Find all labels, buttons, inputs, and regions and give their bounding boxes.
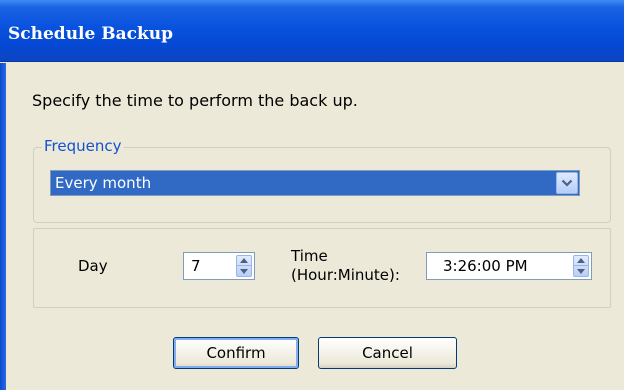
frequency-selected-value: Every month [55,174,152,192]
time-format-label: (Hour:Minute): [291,266,400,284]
spin-down-icon [240,268,248,274]
day-spin-buttons [236,255,252,277]
day-spin-down[interactable] [237,266,251,276]
chevron-down-icon [561,179,573,187]
time-label: Time [291,247,328,265]
window-title: Schedule Backup [8,24,174,44]
frequency-legend: Frequency [42,137,124,155]
dropdown-button[interactable] [556,172,578,194]
title-bar: Schedule Backup [0,0,624,62]
frequency-select[interactable]: Every month [50,170,580,196]
cancel-button[interactable]: Cancel [318,337,457,369]
spin-down-icon [577,268,585,274]
schedule-backup-dialog: Schedule Backup Specify the time to perf… [0,0,624,390]
window-frame-edge [0,63,6,390]
time-spin-buttons [573,255,589,277]
confirm-button[interactable]: Confirm [173,337,299,369]
day-label: Day [78,257,108,275]
time-value: 3:26:00 PM [443,257,528,275]
day-value: 7 [191,257,201,275]
spin-up-icon [577,258,585,263]
day-spinner[interactable]: 7 [183,252,255,280]
time-spin-up[interactable] [574,256,588,266]
instruction-text: Specify the time to perform the back up. [32,91,358,110]
day-spin-up[interactable] [237,256,251,266]
spin-up-icon [240,258,248,263]
time-picker[interactable]: 3:26:00 PM [426,252,592,280]
time-spin-down[interactable] [574,266,588,276]
